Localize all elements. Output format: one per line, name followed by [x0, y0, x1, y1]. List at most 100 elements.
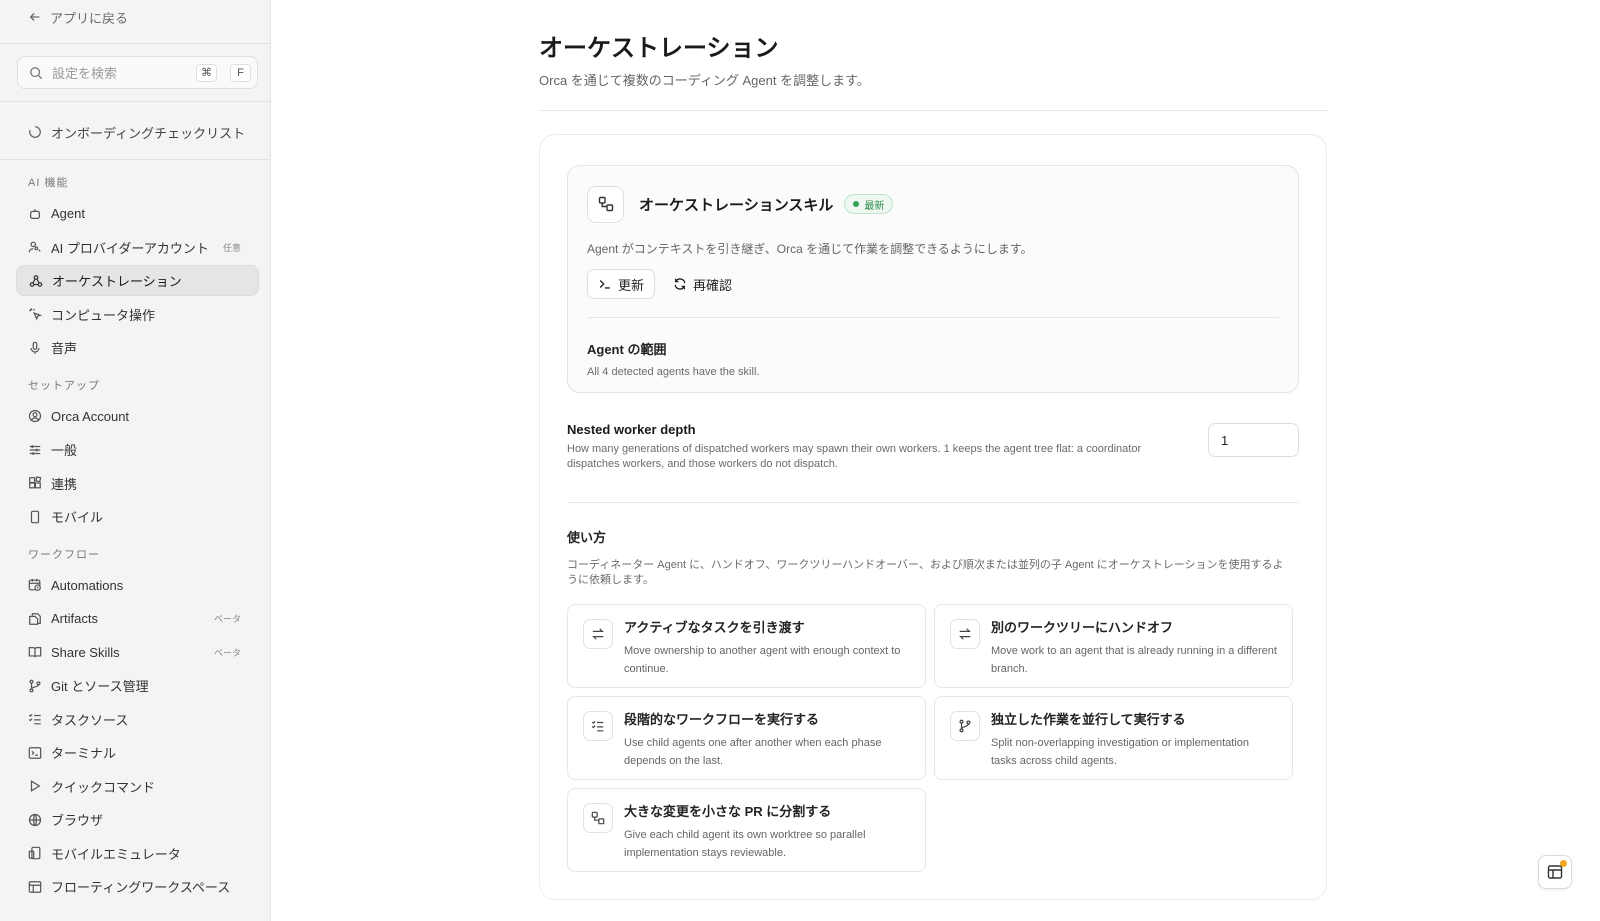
sidebar-item-label: コンピュータ操作 — [51, 307, 156, 323]
tile-description: Move work to an agent that is already ru… — [991, 645, 1277, 675]
robot-icon — [28, 207, 42, 221]
sidebar-item-label: モバイルエミュレータ — [51, 846, 181, 862]
sidebar-item-voice[interactable]: 音声 — [16, 332, 259, 363]
sidebar-item-integrations[interactable]: 連携 — [16, 468, 259, 499]
globe-icon — [28, 813, 42, 827]
page-title: オーケストレーション — [539, 35, 779, 62]
onboarding-label: オンボーディングチェックリスト — [51, 125, 246, 141]
sidebar-item-label: 連携 — [51, 476, 78, 492]
skill-title: オーケストレーションスキル — [639, 196, 834, 214]
sidebar-item-git[interactable]: Git とソース管理 — [16, 670, 259, 701]
sidebar-item-agent[interactable]: Agent — [16, 198, 259, 229]
sidebar-item-label: Orca Account — [51, 408, 130, 424]
sidebar-item-label: ターミナル — [51, 746, 117, 761]
settings-sidebar: アプリに戻る 設定を検索 ⌘ F オンボーディングチェックリスト AI 機能 A… — [0, 0, 271, 921]
floating-workspace-button[interactable] — [1538, 855, 1572, 889]
agent-scope-description: All 4 detected agents have the skill. — [587, 366, 760, 378]
sidebar-item-label: 音声 — [51, 341, 78, 356]
status-dot — [853, 201, 860, 207]
sidebar-item-task-sources[interactable]: タスクソース — [16, 704, 259, 735]
page-subtitle: Orca を通じて複数のコーディング Agent を調整します。 — [539, 73, 870, 88]
skill-description: Agent がコンテキストを引き継ぎ、Orca を通じて作業を調整できるようにし… — [587, 242, 1033, 256]
orchestration-skill-card: オーケストレーションスキル 最新 Agent がコンテキストを引き継ぎ、Orca… — [567, 165, 1299, 393]
badge-label: 最新 — [864, 200, 885, 212]
sidebar-item-terminal[interactable]: ターミナル — [16, 737, 259, 768]
sidebar-item-label: Artifacts — [51, 611, 98, 626]
sidebar-item-artifacts[interactable]: Artifacts ベータ — [16, 603, 259, 634]
sidebar-item-automations[interactable]: Automations — [16, 570, 259, 601]
beta-tag: ベータ — [213, 614, 241, 624]
files-icon — [28, 612, 42, 626]
refresh-icon — [673, 277, 687, 291]
settings-main: オーケストレーション Orca を通じて複数のコーディング Agent を調整し… — [539, 0, 1327, 900]
devices-icon — [28, 846, 42, 860]
checklist-icon — [28, 712, 42, 726]
tile-title: 大きな変更を小さな PR に分割する — [624, 804, 832, 819]
agent-scope-title: Agent の範囲 — [587, 342, 667, 357]
sidebar-item-label: Git とソース管理 — [51, 679, 149, 694]
split-icon — [583, 803, 613, 833]
phone-icon — [28, 510, 42, 524]
settings-search-input[interactable]: 設定を検索 ⌘ F — [17, 56, 258, 89]
nested-worker-depth-input[interactable]: 1 — [1208, 423, 1299, 457]
divider — [539, 110, 1327, 111]
beta-tag: ベータ — [213, 647, 241, 658]
sidebar-item-label: Agent — [51, 206, 85, 221]
sidebar-item-general[interactable]: 一般 — [16, 434, 259, 465]
sidebar-item-orchestration[interactable]: オーケストレーション — [16, 265, 259, 296]
notification-dot — [1560, 860, 1567, 867]
tile-title: 独立した作業を並行して実行する — [991, 712, 1186, 727]
sidebar-item-label: AI プロバイダーアカウント — [51, 240, 209, 256]
shortcut-f-key: F — [230, 63, 251, 82]
tile-description: Use child agents one after another when … — [624, 737, 882, 767]
skill-icon — [587, 185, 624, 223]
sidebar-item-quick-commands[interactable]: クイックコマンド — [16, 771, 259, 802]
update-button[interactable]: 更新 — [587, 269, 656, 299]
sidebar-item-browser[interactable]: ブラウザ — [16, 804, 259, 835]
tile-title: 別のワークツリーにハンドオフ — [991, 620, 1174, 635]
sidebar-item-label: Share Skills — [51, 644, 120, 660]
sidebar-item-label: フローティングワークスペース — [51, 880, 231, 895]
divider — [0, 101, 271, 102]
back-label: アプリに戻る — [50, 10, 129, 26]
search-placeholder: 設定を検索 — [52, 66, 118, 81]
sidebar-item-label: ブラウザ — [51, 813, 104, 828]
sidebar-item-orca-account[interactable]: Orca Account — [16, 401, 259, 432]
onboarding-checklist-link[interactable]: オンボーディングチェックリスト — [6, 115, 270, 149]
usage-tile-sequential-workflow: 段階的なワークフローを実行する Use child agents one afte… — [567, 696, 926, 780]
sidebar-item-ai-provider-accounts[interactable]: AI プロバイダーアカウント 任意 — [16, 232, 259, 263]
usage-tile-parallel-work: 独立した作業を並行して実行する Split non-overlapping inv… — [934, 696, 1293, 780]
usage-tile-split-pr: 大きな変更を小さな PR に分割する Give each child agent … — [567, 788, 926, 872]
network-icon — [29, 274, 43, 288]
sidebar-item-share-skills[interactable]: Share Skills ベータ — [16, 637, 259, 668]
back-to-app-link[interactable]: アプリに戻る — [6, 0, 270, 34]
depth-description: How many generations of dispatched worke… — [567, 443, 1142, 470]
play-icon — [28, 779, 42, 793]
layout-icon — [28, 880, 42, 894]
blocks-icon — [28, 476, 42, 490]
sidebar-item-mobile-emulator[interactable]: モバイルエミュレータ — [16, 838, 259, 869]
user-key-icon — [28, 240, 42, 254]
section-label-ai: AI 機能 — [28, 177, 69, 189]
git-branch-icon — [28, 679, 42, 693]
orchestration-settings-card: オーケストレーションスキル 最新 Agent がコンテキストを引き継ぎ、Orca… — [539, 134, 1327, 900]
usage-description: コーディネーター Agent に、ハンドオフ、ワークツリーハンドオーバー、および… — [567, 559, 1284, 586]
progress-circle-icon — [28, 125, 42, 139]
depth-title: Nested worker depth — [567, 422, 696, 437]
update-label: 更新 — [618, 277, 645, 293]
search-icon — [29, 66, 43, 80]
usage-title: 使い方 — [567, 530, 607, 545]
section-label-setup: セットアップ — [28, 379, 100, 392]
sidebar-item-computer-use[interactable]: コンピュータ操作 — [16, 299, 259, 330]
sidebar-item-floating-workspace[interactable]: フローティングワークスペース — [16, 871, 259, 902]
tile-title: アクティブなタスクを引き渡す — [624, 620, 805, 635]
recheck-button[interactable]: 再確認 — [669, 269, 736, 299]
swap-icon — [583, 619, 613, 649]
tile-title: 段階的なワークフローを実行する — [624, 712, 820, 727]
optional-tag: 任意 — [222, 242, 241, 253]
book-icon — [28, 645, 42, 659]
sidebar-item-label: タスクソース — [51, 712, 129, 728]
sidebar-item-label: オーケストレーション — [52, 274, 182, 289]
sidebar-item-mobile[interactable]: モバイル — [16, 501, 259, 532]
calendar-clock-icon — [28, 578, 42, 592]
